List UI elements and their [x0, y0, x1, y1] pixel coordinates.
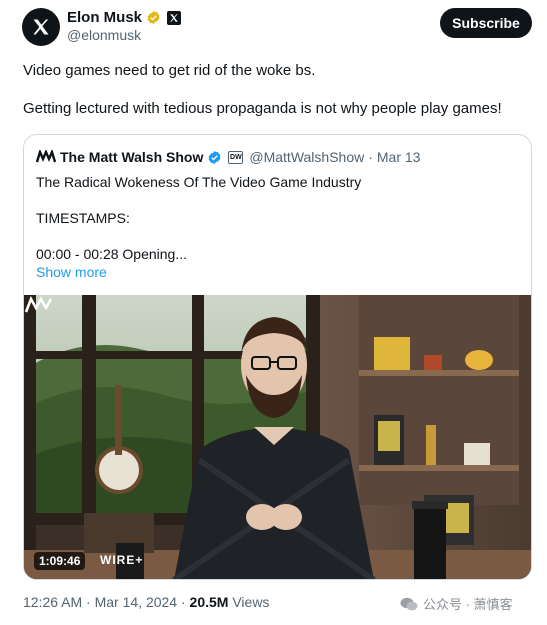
quoted-tweet[interactable]: The Matt Walsh Show DW @MattWalshShow · …: [23, 134, 532, 580]
video-duration: 1:09:46: [34, 552, 86, 570]
tweet-text: Video games need to get rid of the woke …: [23, 61, 533, 118]
matt-walsh-logo-icon: [36, 150, 56, 163]
quote-title: The Radical Wokeness Of The Video Game I…: [36, 174, 362, 190]
tweet-line-1: Video games need to get rid of the woke …: [23, 62, 316, 79]
author-handle[interactable]: @elonmusk: [67, 27, 141, 43]
video-thumbnail: [24, 295, 531, 579]
quote-date[interactable]: Mar 13: [377, 149, 421, 165]
video-channel-text: WIRE+: [100, 553, 144, 567]
matt-walsh-watermark-icon: [24, 295, 53, 313]
x-affiliation-icon: [167, 10, 182, 25]
wechat-watermark: 公众号 · 萧慎客: [400, 594, 513, 613]
author-name-row: Elon Musk: [67, 8, 182, 27]
x-logo-icon: [33, 19, 49, 35]
quote-separator: ·: [368, 149, 373, 165]
subscribe-button[interactable]: Subscribe: [440, 8, 532, 38]
quote-body: The Radical Wokeness Of The Video Game I…: [36, 173, 361, 281]
show-more-link[interactable]: Show more: [36, 263, 361, 281]
tweet-header: Elon Musk @elonmusk Subscribe: [22, 6, 532, 46]
quote-handle[interactable]: @MattWalshShow: [249, 149, 364, 165]
watermark-text: 公众号 · 萧慎客: [423, 597, 513, 612]
tweet-line-2: Getting lectured with tedious propaganda…: [23, 100, 502, 117]
wechat-icon: [400, 597, 418, 610]
affiliation-badge-icon: DW: [228, 150, 244, 164]
quote-timestamps-label: TIMESTAMPS:: [36, 210, 130, 226]
avatar[interactable]: [22, 8, 60, 46]
author-name[interactable]: Elon Musk: [67, 8, 142, 27]
video-player[interactable]: 1:09:46 WIRE+: [24, 295, 531, 579]
quote-header: The Matt Walsh Show DW @MattWalshShow · …: [36, 149, 420, 165]
quote-timestamp-line: 00:00 - 00:28 Opening...: [36, 246, 187, 262]
tweet-footer: 12:26 AM · Mar 14, 2024 · 20.5M Views: [23, 594, 269, 610]
tweet-timestamp[interactable]: 12:26 AM · Mar 14, 2024 ·: [23, 594, 190, 610]
verified-badge-icon: [147, 10, 160, 25]
quote-author-name[interactable]: The Matt Walsh Show: [60, 149, 203, 165]
views-label: Views: [228, 594, 270, 610]
views-count: 20.5M: [189, 594, 229, 610]
verified-badge-icon: [208, 150, 221, 164]
